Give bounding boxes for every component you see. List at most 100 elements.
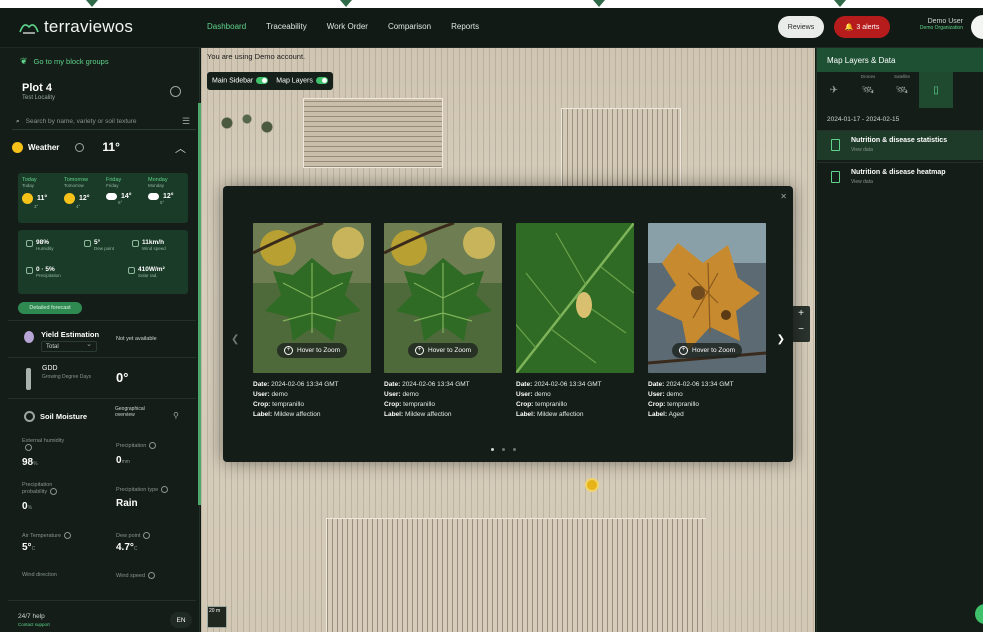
thermometer-icon — [26, 368, 31, 390]
forecast-temp: 11° — [37, 195, 48, 202]
toggle-switch[interactable] — [315, 77, 328, 85]
meta-key: Label: — [648, 411, 668, 418]
field-value-text: 5° — [22, 542, 32, 553]
alerts-button[interactable]: 🔔 3 alerts — [834, 16, 890, 38]
leaf-photo[interactable]: + Hover to Zoom — [648, 223, 766, 373]
layer-icon-tabs: ✈ Drones 🛰 Satellite 🛰 ▯ — [817, 72, 983, 108]
language-button[interactable]: EN — [170, 612, 192, 628]
yield-select[interactable]: Total — [41, 340, 97, 352]
tab-drones[interactable]: Drones 🛰 — [851, 72, 885, 108]
vineyard-block[interactable] — [303, 98, 443, 168]
info-icon[interactable] — [64, 532, 72, 539]
forecast-low: 4° — [76, 204, 81, 209]
meta-crop: tempranillo — [403, 401, 435, 408]
info-icon[interactable] — [143, 532, 151, 539]
thermometer-icon — [84, 240, 91, 247]
detailed-forecast-button[interactable]: Detailed forecast — [18, 302, 82, 314]
nav-traceability[interactable]: Traceability — [266, 22, 307, 31]
leaf-photo[interactable] — [516, 223, 634, 373]
reviews-button[interactable]: Reviews — [778, 16, 824, 38]
divider — [8, 357, 196, 358]
leaf-image — [516, 223, 634, 373]
meta-label: Aged — [668, 411, 684, 418]
hover-to-zoom[interactable]: + Hover to Zoom — [408, 343, 478, 358]
filter-icon[interactable]: ☰ — [182, 116, 192, 126]
meta-crop: tempranillo — [535, 401, 567, 408]
carousel-dot[interactable] — [491, 448, 494, 451]
vineyard-block[interactable] — [326, 518, 706, 632]
droplet-icon — [26, 240, 33, 247]
info-icon[interactable] — [50, 488, 58, 495]
info-icon[interactable] — [75, 142, 85, 152]
leaf-photo[interactable]: + Hover to Zoom — [253, 223, 371, 373]
forecast-temp: 12° — [163, 193, 174, 200]
forecast-temp: 12° — [79, 195, 90, 202]
close-icon[interactable]: ✕ — [780, 192, 787, 201]
main-nav: Dashboard Traceability Work Order Compar… — [207, 22, 479, 31]
hover-to-zoom[interactable]: + Hover to Zoom — [277, 343, 347, 358]
avatar[interactable] — [971, 15, 983, 39]
layer-item-statistics[interactable]: Nutrition & disease statistics View data — [817, 130, 983, 160]
weather-header[interactable]: Weather 11° ︿ — [12, 138, 196, 156]
field-label: Dew point — [116, 532, 151, 539]
gauge-icon[interactable]: ⚲ — [173, 411, 179, 420]
gdd-subtitle: Growing Degree Days — [42, 374, 92, 380]
vineyard-block[interactable] — [561, 108, 681, 198]
info-icon[interactable] — [161, 486, 169, 493]
satellite-icon: 🛰 — [861, 84, 875, 96]
meta-crop: tempranillo — [272, 401, 304, 408]
hover-to-zoom[interactable]: + Hover to Zoom — [672, 343, 742, 358]
meta-key: User: — [384, 391, 401, 398]
vine-icon: ❦ — [20, 56, 28, 66]
toggle-switch[interactable] — [256, 77, 269, 85]
date-range[interactable]: 2024-01-17 - 2024-02-15 — [827, 116, 899, 123]
chevron-right-icon[interactable]: ❯ — [777, 334, 785, 345]
meta-key: Date: — [384, 381, 401, 388]
metric-value: 0 · 5% — [36, 266, 55, 273]
info-icon[interactable] — [148, 572, 156, 579]
carousel-dot[interactable] — [513, 448, 516, 451]
back-to-block-groups-link[interactable]: ❦ Go to my block groups — [20, 56, 109, 67]
map-layers-toggle[interactable]: Map Layers — [276, 77, 328, 85]
zoom-control[interactable]: + − — [792, 306, 810, 342]
zoom-label: Hover to Zoom — [297, 347, 340, 354]
layer-item-title: Nutrition & disease statistics — [851, 137, 948, 144]
main-sidebar-toggle[interactable]: Main Sidebar — [212, 77, 269, 85]
meta-user: demo — [402, 391, 419, 398]
zoom-in-icon[interactable]: + — [792, 306, 810, 322]
chevron-left-icon[interactable]: ❮ — [231, 334, 239, 345]
nav-comparison[interactable]: Comparison — [388, 22, 431, 31]
leaf-photo[interactable]: + Hover to Zoom — [384, 223, 502, 373]
search-input[interactable]: ⌕ Search by name, variety or soil textur… — [12, 114, 196, 130]
field-value-text: Rain — [116, 498, 138, 509]
tab-phone[interactable]: ▯ — [919, 72, 953, 108]
carousel-dot[interactable] — [502, 448, 505, 451]
info-icon[interactable] — [149, 442, 157, 449]
help-title[interactable]: 24/7 help — [18, 613, 45, 620]
layer-item-heatmap[interactable]: Nutrition & disease heatmap View data — [817, 162, 983, 192]
map-layers-panel: Map Layers & Data ✈ Drones 🛰 Satellite 🛰 ▯… — [816, 48, 983, 632]
meta-date: 2024-02-06 13:34 GMT — [402, 381, 470, 388]
soil-icon — [24, 411, 35, 422]
top-strip — [0, 0, 983, 8]
zoom-out-icon[interactable]: − — [792, 322, 810, 338]
info-icon[interactable] — [25, 444, 32, 451]
photo-gallery-modal: ✕ ❮ ❯ + Hover to Zoom Date: 2024-02-06 13… — [223, 186, 793, 462]
info-icon[interactable] — [170, 86, 181, 97]
meta-key: Crop: — [253, 401, 271, 408]
help-subtitle[interactable]: Contact support — [18, 622, 50, 627]
demo-banner: You are using Demo account. — [207, 52, 306, 61]
nav-dashboard[interactable]: Dashboard — [207, 22, 246, 31]
field-unit: C — [133, 546, 138, 552]
map-marker[interactable] — [585, 478, 599, 492]
meta-key: Label: — [253, 411, 273, 418]
tab-satellite[interactable]: Satellite 🛰 — [885, 72, 919, 108]
logo[interactable]: terraviewos — [18, 17, 133, 37]
metric-label: Humidity — [36, 246, 54, 251]
chevron-up-icon[interactable]: ︿ — [175, 140, 186, 156]
nav-reports[interactable]: Reports — [451, 22, 479, 31]
nav-work-order[interactable]: Work Order — [327, 22, 368, 31]
tab-drone[interactable]: ✈ — [817, 72, 851, 108]
user-menu[interactable]: Demo User Demo Organization — [903, 18, 963, 31]
divider — [8, 600, 196, 601]
